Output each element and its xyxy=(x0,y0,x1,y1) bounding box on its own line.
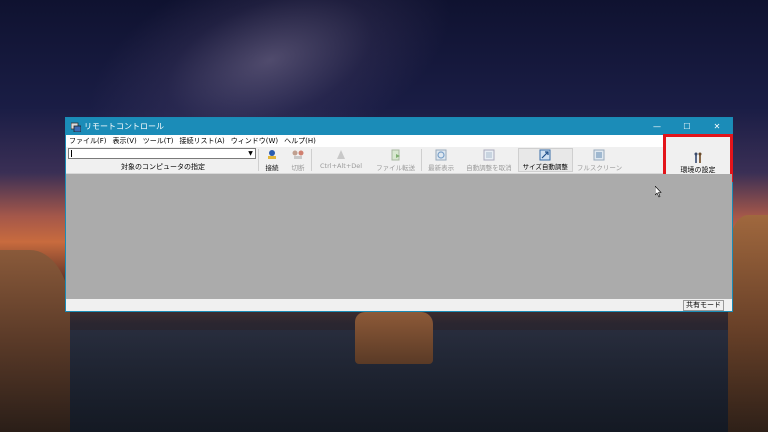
env-settings-button[interactable]: 環境の設定 xyxy=(677,151,720,175)
rock-right xyxy=(728,215,768,432)
refresh-icon xyxy=(435,148,447,162)
close-button[interactable]: ✕ xyxy=(702,118,732,135)
text-caret xyxy=(71,150,72,157)
rock-middle xyxy=(355,312,433,364)
app-icon xyxy=(71,122,81,132)
refresh-button[interactable]: 最新表示 xyxy=(422,148,460,172)
toolbar: ▼ 対象のコンピュータの指定 接続 切断 Ctrl+Alt+Del ファイル転送… xyxy=(66,147,732,174)
size-auto-adjust-icon xyxy=(539,149,551,161)
connect-icon xyxy=(265,148,279,162)
chevron-down-icon[interactable]: ▼ xyxy=(246,149,255,158)
menu-connection-list[interactable]: 接続リスト(A) xyxy=(180,136,225,146)
size-auto-adjust-button[interactable]: サイズ自動調整 xyxy=(517,148,573,172)
disconnect-button[interactable]: 切断 xyxy=(285,148,311,172)
maximize-button[interactable]: ☐ xyxy=(672,118,702,135)
cancel-auto-adjust-icon xyxy=(483,148,495,162)
rock-left xyxy=(0,250,70,432)
disconnect-icon xyxy=(291,148,305,162)
fullscreen-button[interactable]: フルスクリーン xyxy=(573,148,626,172)
settings-tools-icon xyxy=(692,151,704,165)
status-bar: 共有モード xyxy=(66,299,732,311)
window-title: リモートコントロール xyxy=(84,122,164,131)
menu-file[interactable]: ファイル(F) xyxy=(69,136,107,146)
target-computer-label: 対象のコンピュータの指定 xyxy=(121,163,205,171)
target-computer-combobox[interactable]: ▼ xyxy=(68,148,256,159)
menu-help[interactable]: ヘルプ(H) xyxy=(284,136,316,146)
remote-screen-area[interactable] xyxy=(66,174,732,299)
menu-tools[interactable]: ツール(T) xyxy=(143,136,174,146)
remote-control-window: リモートコントロール — ☐ ✕ ファイル(F) 表示(V) ツール(T) 接続… xyxy=(65,117,733,312)
title-bar[interactable]: リモートコントロール — ☐ ✕ xyxy=(66,118,732,135)
file-transfer-button[interactable]: ファイル転送 xyxy=(370,148,421,172)
file-transfer-icon xyxy=(390,148,402,162)
fullscreen-icon xyxy=(593,148,605,162)
status-mode: 共有モード xyxy=(683,300,724,311)
cancel-auto-adjust-button[interactable]: 自動調整を取消 xyxy=(460,148,518,172)
menu-bar: ファイル(F) 表示(V) ツール(T) 接続リスト(A) ウィンドウ(W) ヘ… xyxy=(66,135,732,147)
connect-button[interactable]: 接続 xyxy=(259,148,285,172)
ctrl-alt-del-button[interactable]: Ctrl+Alt+Del xyxy=(312,148,370,170)
menu-view[interactable]: 表示(V) xyxy=(113,136,137,146)
menu-window[interactable]: ウィンドウ(W) xyxy=(231,136,278,146)
ctrl-alt-del-icon xyxy=(335,148,347,162)
minimize-button[interactable]: — xyxy=(642,118,672,135)
target-computer-group: ▼ 対象のコンピュータの指定 xyxy=(68,147,258,172)
